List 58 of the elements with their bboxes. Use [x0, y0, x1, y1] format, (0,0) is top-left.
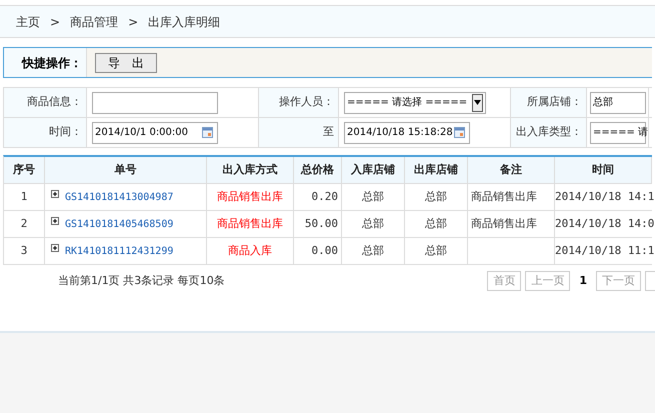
expand-icon[interactable]	[51, 190, 59, 198]
input-field[interactable]	[92, 92, 218, 114]
table-cell-text: 商品销售出库	[471, 188, 537, 205]
expand-icon[interactable]	[51, 217, 59, 225]
calendar-icon[interactable]	[454, 127, 465, 138]
breadcrumb-link[interactable]: 商品管理	[70, 12, 118, 30]
table-cell-text: 2014/10/18 14:0	[555, 216, 654, 232]
column-header: 出入库方式	[207, 157, 294, 183]
table-cell-text: 50.00	[304, 216, 338, 232]
filter-label: 所属店铺：	[511, 88, 587, 117]
filter-label: 商品信息：	[4, 88, 87, 117]
order-number-link[interactable]: GS1410181405468509	[65, 216, 174, 232]
expand-icon[interactable]	[51, 244, 59, 252]
column-header: 序号	[4, 157, 45, 183]
breadcrumb-separator: >	[50, 14, 60, 30]
date-field[interactable]: 2014/10/18 15:18:28	[344, 122, 470, 144]
current-page: 1	[578, 272, 588, 289]
breadcrumb-separator: >	[128, 14, 138, 30]
table-cell-text: 3	[20, 242, 28, 259]
table-cell-text: 总部	[425, 216, 447, 232]
table-cell-text: 0.00	[312, 242, 338, 259]
column-header: 单号	[45, 157, 207, 183]
table-cell-text: 总部	[362, 242, 384, 259]
column-header: 出库店铺	[405, 157, 468, 183]
table-cell-text: 总部	[425, 188, 447, 205]
table-cell-text: 商品入库	[228, 242, 272, 259]
calendar-icon[interactable]	[202, 127, 213, 138]
column-header: 备注	[468, 157, 555, 183]
input-field[interactable]: ===== 请	[590, 122, 646, 144]
table-cell-text: 2	[20, 216, 28, 232]
order-number-link[interactable]: RK1410181112431299	[65, 244, 174, 258]
table-cell-text: 商品销售出库	[471, 216, 537, 232]
filter-label: 至	[259, 118, 339, 147]
column-header: 时间	[555, 157, 652, 183]
toolbar-label: 快捷操作：	[4, 48, 87, 77]
date-field[interactable]: 2014/10/1 0:00:00	[92, 122, 218, 144]
breadcrumb-link[interactable]: 主页	[16, 12, 40, 30]
filter-label: 出入库类型：	[511, 118, 587, 147]
filter-label: 操作人员：	[259, 88, 339, 117]
input-field[interactable]: 总部	[590, 92, 646, 114]
column-header: 总价格	[294, 157, 342, 183]
order-number-link[interactable]: GS1410181413004987	[65, 190, 174, 204]
breadcrumb-link[interactable]: 出库入库明细	[148, 12, 220, 30]
filter-label: 时间：	[4, 118, 87, 147]
table-cell-text: 0.20	[312, 188, 338, 205]
dropdown-field[interactable]: ===== 请选择 =====	[344, 92, 486, 114]
table-cell-text: 2014/10/18 11:1	[555, 242, 654, 259]
table-cell-text: 总部	[425, 242, 447, 259]
table-cell-text: 总部	[362, 188, 384, 205]
page-summary: 当前第1/1页 共3条记录 每页10条	[58, 272, 225, 289]
export-button[interactable]: 导 出	[95, 52, 157, 72]
table-cell-text: 1	[20, 188, 28, 205]
table-cell-text: 总部	[362, 216, 384, 232]
table-cell-text: 商品销售出库	[217, 216, 283, 232]
column-header: 入库店铺	[342, 157, 405, 183]
table-cell-text: 商品销售出库	[217, 188, 283, 205]
page-button[interactable]	[645, 271, 655, 291]
table-cell-text: 2014/10/18 14:1	[555, 188, 654, 205]
